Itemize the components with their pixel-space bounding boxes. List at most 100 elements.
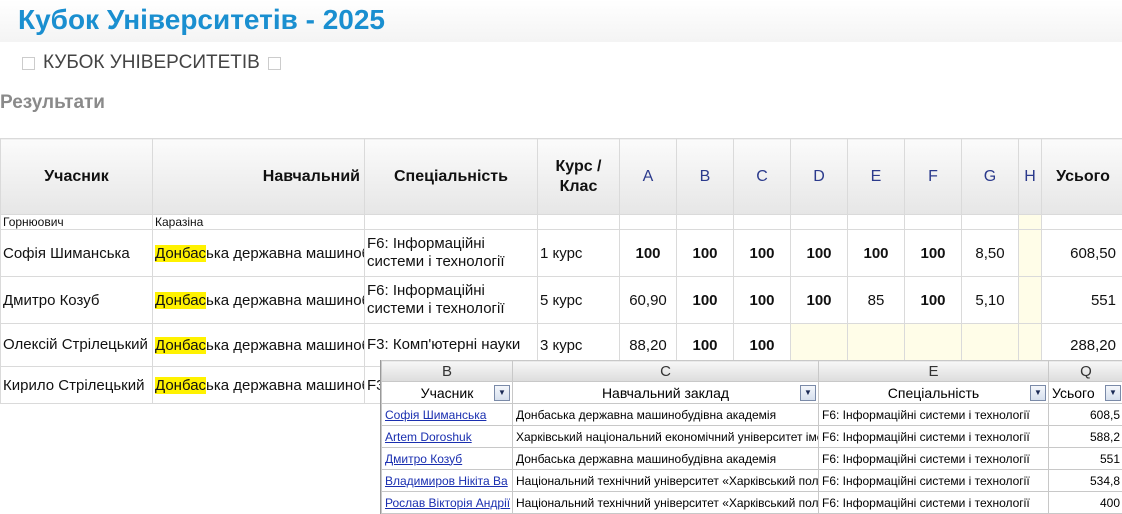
header-total[interactable]: Усього — [1041, 138, 1122, 215]
score-h — [1018, 229, 1042, 277]
table-row: Дмитро Козуб Донбаська державна машинобу… — [0, 276, 1122, 324]
score-c: 100 — [733, 276, 791, 324]
sheet-cell-participant[interactable]: Владимиров Нікіта Ва — [381, 469, 513, 492]
breadcrumb-label[interactable]: КУБОК УНІВЕРСИТЕТІВ — [43, 52, 260, 74]
sheet-header-participant: Учасник ▼ — [381, 381, 513, 404]
sheet-row: Artem Doroshuk Харківський національний … — [381, 425, 1122, 448]
score-e: 100 — [847, 229, 905, 277]
sheet-cell-participant[interactable]: Софія Шиманська — [381, 403, 513, 426]
score-h — [1018, 276, 1042, 324]
sheet-cell-specialty[interactable]: F6: Інформаційні системи і технології — [818, 425, 1049, 448]
section-title: Результати — [0, 92, 105, 113]
participant-link[interactable]: Софія Шиманська — [385, 408, 486, 422]
sheet-cell-participant[interactable]: Artem Doroshuk — [381, 425, 513, 448]
score-e: 85 — [847, 276, 905, 324]
sheet-header-label: Усього — [1052, 384, 1095, 401]
sheet-row: Рослав Вікторія Андрії Національний техн… — [381, 491, 1122, 514]
participant-link[interactable]: Рослав Вікторія Андрії — [385, 496, 510, 510]
sheet-cell-institution[interactable]: Національний технічний університет «Харк… — [512, 491, 819, 514]
sheet-cell-institution[interactable]: Харківський національний економічний уні… — [512, 425, 819, 448]
header-problem-g[interactable]: G — [961, 138, 1019, 215]
participant-link[interactable]: Дмитро Козуб — [385, 452, 462, 466]
institution-rest: ька державна машинобудівна академія — [206, 376, 363, 394]
course-cell: 5 курс — [537, 276, 620, 324]
institution-cell: Донбаська державна машинобудівна академі… — [152, 366, 365, 404]
sheet-cell-total[interactable]: 551 — [1048, 447, 1122, 470]
breadcrumb-left-icon — [22, 56, 35, 70]
sheet-row: Софія Шиманська Донбаська державна машин… — [381, 403, 1122, 426]
institution-rest: ька державна машинобудівна академія — [206, 291, 363, 309]
table-row: Софія Шиманська Донбаська державна машин… — [0, 229, 1122, 277]
header-problem-c[interactable]: C — [733, 138, 791, 215]
column-letter-q[interactable]: Q — [1048, 360, 1122, 382]
spreadsheet-overlay: B C E Q Учасник ▼ Навчальний заклад ▼ Спец… — [380, 360, 1122, 514]
score-a: 100 — [619, 229, 677, 277]
specialty-cell: F6: Інформаційні системи і технології — [364, 229, 538, 277]
filter-dropdown-icon[interactable]: ▼ — [1030, 385, 1046, 401]
header-problem-b[interactable]: B — [676, 138, 734, 215]
sheet-row: Дмитро Козуб Донбаська державна машинобу… — [381, 447, 1122, 470]
institution-cell: Донбаська державна машинобудівна академі… — [152, 276, 365, 324]
breadcrumb[interactable]: КУБОК УНІВЕРСИТЕТІВ — [22, 52, 281, 74]
score-g: 8,50 — [961, 229, 1019, 277]
partial-name: Горнюович — [0, 214, 153, 230]
sheet-header-total: Усього ▼ — [1048, 381, 1122, 404]
sheet-cell-specialty[interactable]: F6: Інформаційні системи і технології — [818, 491, 1049, 514]
institution-highlight: Донбас — [155, 376, 207, 394]
score-c: 100 — [733, 229, 791, 277]
sheet-header-specialty: Спеціальність ▼ — [818, 381, 1049, 404]
sheet-header-institution: Навчальний заклад ▼ — [512, 381, 819, 404]
institution-rest: ька державна машинобудівна академія — [206, 244, 363, 262]
sheet-cell-participant[interactable]: Рослав Вікторія Андрії — [381, 491, 513, 514]
sheet-cell-total[interactable]: 400 — [1048, 491, 1122, 514]
header-specialty[interactable]: Спеціальність — [364, 138, 538, 215]
score-b: 100 — [676, 276, 734, 324]
column-letter-e[interactable]: E — [818, 360, 1049, 382]
institution-rest: ька державна машинобудівна академія — [206, 336, 363, 354]
total-cell: 551 — [1041, 276, 1122, 324]
partial-institution: Каразіна — [152, 214, 365, 230]
column-letter-b[interactable]: B — [381, 360, 513, 382]
participant-link[interactable]: Artem Doroshuk — [385, 430, 472, 444]
sheet-header-row: Учасник ▼ Навчальний заклад ▼ Спеціальніст… — [381, 381, 1122, 404]
total-cell: 608,50 — [1041, 229, 1122, 277]
participant-name[interactable]: Кирило Стрілецький — [0, 366, 153, 404]
sheet-cell-institution[interactable]: Донбаська державна машинобудівна академі… — [512, 447, 819, 470]
filter-dropdown-icon[interactable]: ▼ — [494, 385, 510, 401]
institution-highlight: Донбас — [155, 336, 207, 354]
breadcrumb-right-icon — [267, 56, 281, 70]
header-problem-e[interactable]: E — [847, 138, 905, 215]
sheet-header-label: Учасник — [420, 384, 474, 401]
score-d: 100 — [790, 229, 848, 277]
header-problem-h[interactable]: H — [1018, 138, 1042, 215]
sheet-cell-institution[interactable]: Донбаська державна машинобудівна академі… — [512, 403, 819, 426]
spreadsheet-table: B C E Q Учасник ▼ Навчальний заклад ▼ Спец… — [381, 360, 1122, 514]
institution-cell: Донбаська державна машинобудівна академі… — [152, 229, 365, 277]
header-problem-d[interactable]: D — [790, 138, 848, 215]
sheet-cell-participant[interactable]: Дмитро Козуб — [381, 447, 513, 470]
column-letter-c[interactable]: C — [512, 360, 819, 382]
score-b: 100 — [676, 229, 734, 277]
header-course[interactable]: Курс / Клас — [537, 138, 620, 215]
course-cell: 1 курс — [537, 229, 620, 277]
participant-link[interactable]: Владимиров Нікіта Ва — [385, 474, 508, 488]
sheet-cell-institution[interactable]: Національний технічний університет «Харк… — [512, 469, 819, 492]
sheet-cell-total[interactable]: 588,2 — [1048, 425, 1122, 448]
sheet-cell-specialty[interactable]: F6: Інформаційні системи і технології — [818, 403, 1049, 426]
filter-dropdown-icon[interactable]: ▼ — [800, 385, 816, 401]
institution-cell: Донбаська державна машинобудівна академі… — [152, 323, 365, 367]
participant-name[interactable]: Дмитро Козуб — [0, 276, 153, 324]
sheet-cell-total[interactable]: 608,5 — [1048, 403, 1122, 426]
sheet-cell-total[interactable]: 534,8 — [1048, 469, 1122, 492]
header-problem-a[interactable]: A — [619, 138, 677, 215]
sheet-cell-specialty[interactable]: F6: Інформаційні системи і технології — [818, 469, 1049, 492]
sheet-cell-specialty[interactable]: F6: Інформаційні системи і технології — [818, 447, 1049, 470]
institution-highlight: Донбас — [155, 244, 207, 262]
participant-name[interactable]: Олексій Стрілецький — [0, 323, 153, 367]
header-institution[interactable]: Навчальний — [152, 138, 365, 215]
header-participant[interactable]: Учасник — [0, 138, 153, 215]
filter-dropdown-icon[interactable]: ▼ — [1105, 385, 1121, 401]
score-f: 100 — [904, 229, 962, 277]
participant-name[interactable]: Софія Шиманська — [0, 229, 153, 277]
header-problem-f[interactable]: F — [904, 138, 962, 215]
